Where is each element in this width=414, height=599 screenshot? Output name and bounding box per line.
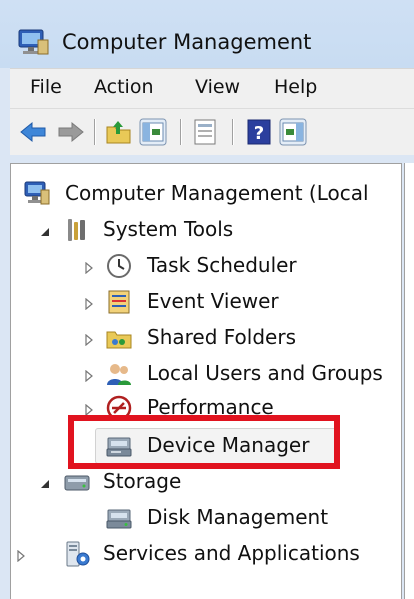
computer-management-window: Computer Management File Action View Hel… [0, 0, 414, 599]
tree-label: Computer Management (Local [65, 181, 369, 205]
users-icon [105, 360, 133, 388]
collapsed-arrow-icon[interactable] [83, 295, 95, 311]
storage-icon [63, 468, 91, 496]
tree-label: Disk Management [147, 505, 329, 529]
details-pane[interactable] [404, 163, 414, 599]
clock-icon [105, 252, 133, 280]
services-icon [63, 540, 91, 568]
expanded-arrow-icon[interactable] [39, 223, 51, 236]
tree-item-device-manager[interactable]: Device Manager [11, 428, 401, 464]
collapsed-arrow-icon[interactable] [83, 331, 95, 347]
menu-view[interactable]: View [195, 76, 240, 98]
tree-label: Storage [103, 469, 182, 493]
menu-file[interactable]: File [30, 76, 62, 98]
properties-icon[interactable] [190, 117, 220, 147]
shared-folder-icon [105, 324, 133, 352]
title-bar[interactable]: Computer Management [0, 0, 414, 68]
console-tree[interactable]: Computer Management (Local System Tools [10, 163, 402, 599]
tree-label: Task Scheduler [147, 253, 297, 277]
window-title: Computer Management [62, 30, 312, 54]
performance-icon [105, 394, 133, 422]
tree-item-shared-folders[interactable]: Shared Folders [11, 320, 401, 356]
show-hide-tree-icon[interactable] [138, 117, 168, 147]
toolbar-separator [232, 119, 234, 145]
back-icon[interactable] [18, 117, 48, 147]
svg-text:?: ? [254, 123, 264, 144]
help-icon[interactable]: ? [244, 117, 274, 147]
system-tools-icon [63, 216, 91, 244]
tree-label: Local Users and Groups [147, 361, 383, 385]
tree-item-task-scheduler[interactable]: Task Scheduler [11, 248, 401, 284]
tree-label: Shared Folders [147, 325, 296, 349]
show-hide-action-pane-icon[interactable] [278, 117, 308, 147]
disk-management-icon [105, 504, 133, 532]
tree-label: Services and Applications [103, 541, 360, 565]
forward-icon[interactable] [56, 117, 86, 147]
tree-item-system-tools[interactable]: System Tools [11, 212, 401, 248]
menu-bar: File Action View Help [10, 68, 414, 109]
toolbar-separator [180, 119, 182, 145]
menu-help[interactable]: Help [274, 76, 317, 98]
collapsed-arrow-icon[interactable] [15, 547, 27, 563]
tree-item-services-and-applications[interactable]: Services and Applications [11, 536, 401, 572]
computer-management-icon [23, 180, 51, 208]
tree-item-event-viewer[interactable]: Event Viewer [11, 284, 401, 320]
tree-item-performance[interactable]: Performance [11, 390, 401, 426]
event-viewer-icon [105, 288, 133, 316]
toolbar-separator [94, 119, 96, 145]
collapsed-arrow-icon[interactable] [83, 259, 95, 275]
tree-label: Performance [147, 395, 274, 419]
menu-action[interactable]: Action [94, 76, 154, 98]
device-manager-icon [105, 432, 133, 460]
tree-label: System Tools [103, 217, 234, 241]
collapsed-arrow-icon[interactable] [83, 367, 95, 383]
toolbar: ? [10, 108, 414, 155]
tree-item-storage[interactable]: Storage [11, 464, 401, 500]
collapsed-arrow-icon[interactable] [83, 401, 95, 417]
tree-item-root[interactable]: Computer Management (Local [11, 176, 401, 212]
computer-management-icon [16, 28, 50, 56]
up-folder-icon[interactable] [104, 117, 134, 147]
tree-label: Device Manager [147, 433, 310, 457]
tree-label: Event Viewer [147, 289, 279, 313]
tree-item-local-users-and-groups[interactable]: Local Users and Groups [11, 356, 401, 392]
expanded-arrow-icon[interactable] [39, 475, 51, 488]
tree-item-disk-management[interactable]: Disk Management [11, 500, 401, 536]
